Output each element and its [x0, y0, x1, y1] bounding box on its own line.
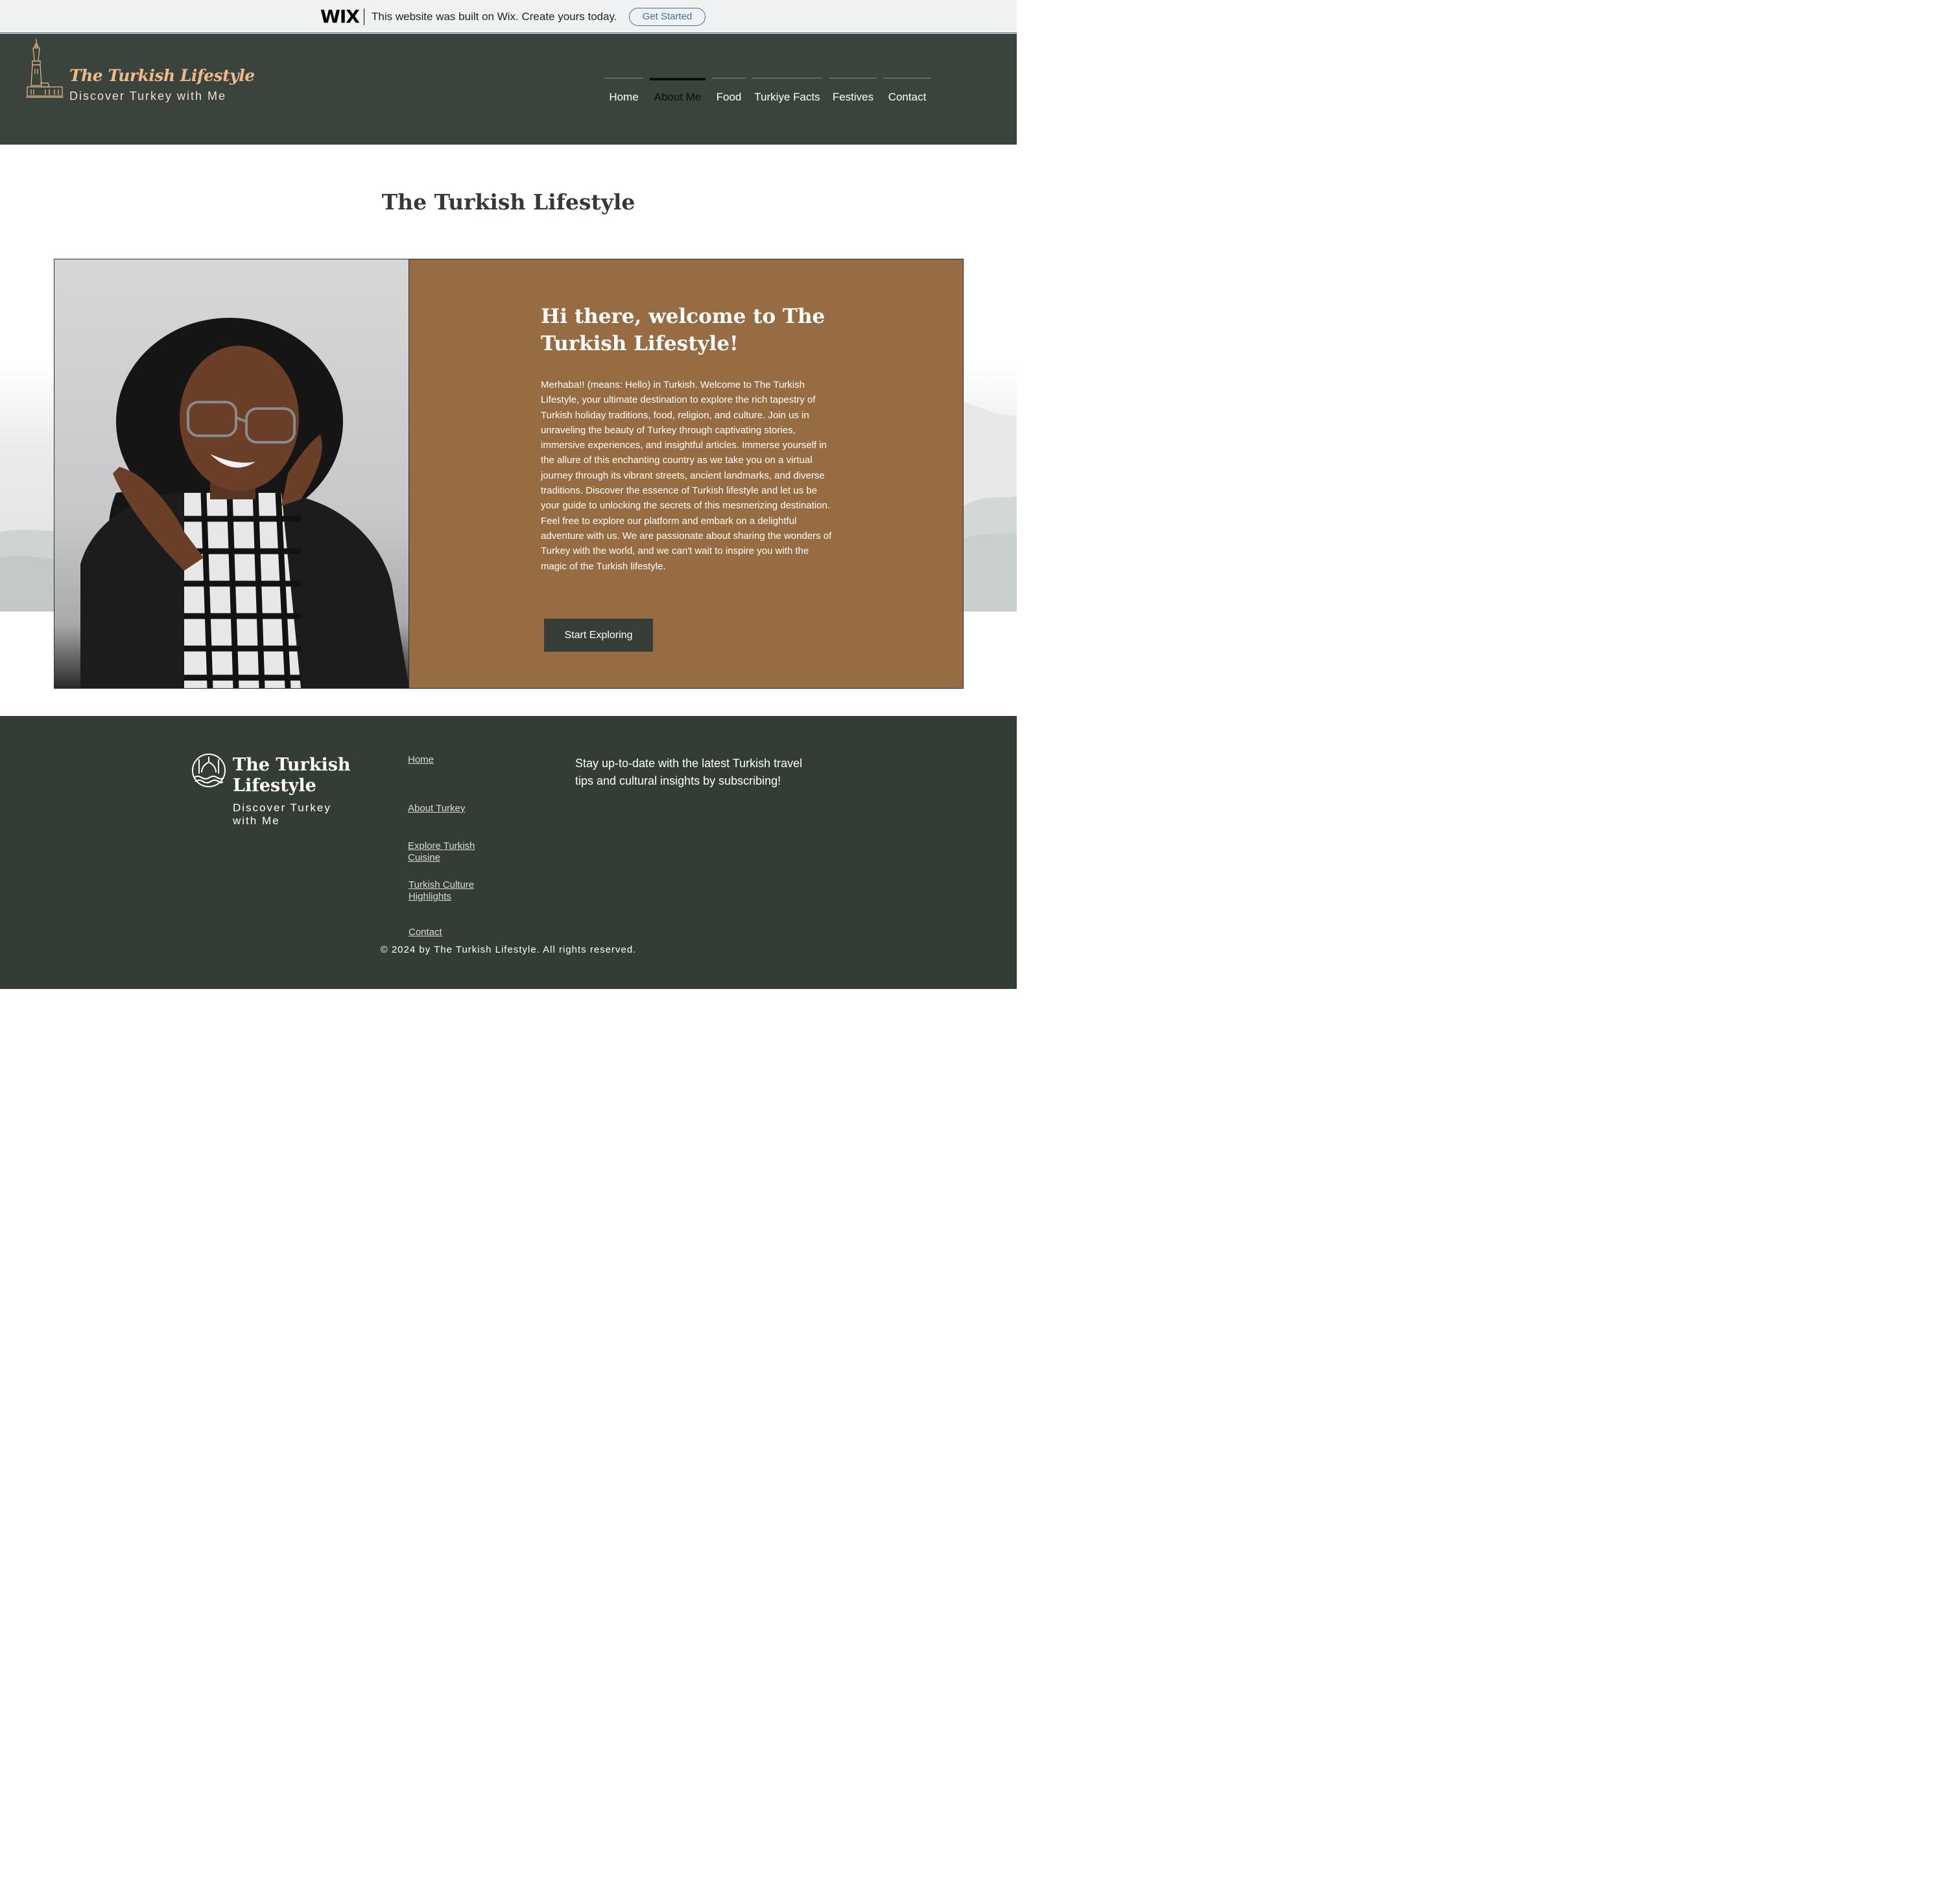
wix-banner-text: This website was built on Wix. Create yo… — [372, 10, 617, 23]
footer-link-home[interactable]: Home — [408, 754, 492, 766]
brand-title[interactable]: The Turkish Lifestyle — [69, 66, 255, 85]
nav-food[interactable]: Food — [712, 78, 746, 104]
footer-link-contact[interactable]: Contact — [409, 927, 493, 938]
nav-turkiye-facts[interactable]: Turkiye Facts — [752, 78, 822, 104]
wix-banner: WIX This website was built on Wix. Creat… — [0, 0, 1017, 33]
hero-paragraph-2: Feel free to explore our platform and em… — [541, 515, 832, 572]
start-exploring-button[interactable]: Start Exploring — [544, 619, 653, 652]
profile-photo — [54, 259, 409, 688]
brand-subtitle: Discover Turkey with Me — [69, 89, 227, 102]
copyright: © 2024 by The Turkish Lifestyle. All rig… — [380, 944, 637, 955]
site-header: The Turkish Lifestyle Discover Turkey wi… — [0, 34, 1017, 145]
maiden-tower-icon[interactable] — [26, 38, 64, 100]
footer-link-culture-highlights[interactable]: Turkish Culture Highlights — [409, 879, 486, 903]
footer-link-about-turkey[interactable]: About Turkey — [408, 803, 492, 815]
nav-contact[interactable]: Contact — [883, 78, 931, 104]
site-footer: The Turkish Lifestyle Discover Turkey wi… — [0, 716, 1017, 989]
nav-home[interactable]: Home — [604, 78, 643, 104]
wix-logo[interactable]: WIX — [320, 6, 360, 27]
footer-brand-title: The Turkish Lifestyle — [233, 755, 351, 796]
hero-paragraph-1: Merhaba!! (means: Hello) in Turkish. Wel… — [541, 379, 831, 512]
page-title: The Turkish Lifestyle — [381, 189, 635, 215]
welcome-card: Hi there, welcome to The Turkish Lifesty… — [54, 259, 964, 689]
hero-body: Merhaba!! (means: Hello) in Turkish. Wel… — [541, 377, 834, 574]
footer-link-explore-cuisine[interactable]: Explore Turkish Cuisine — [408, 840, 486, 864]
footer-brand-subtitle: Discover Turkey with Me — [233, 802, 331, 827]
nav-about-me[interactable]: About Me — [650, 78, 706, 104]
nav-festives[interactable]: Festives — [829, 78, 877, 104]
mosque-emblem-icon — [192, 754, 226, 787]
hero-heading: Hi there, welcome to The Turkish Lifesty… — [541, 305, 825, 355]
newsletter-text: Stay up-to-date with the latest Turkish … — [575, 757, 803, 787]
get-started-button[interactable]: Get Started — [629, 8, 706, 26]
